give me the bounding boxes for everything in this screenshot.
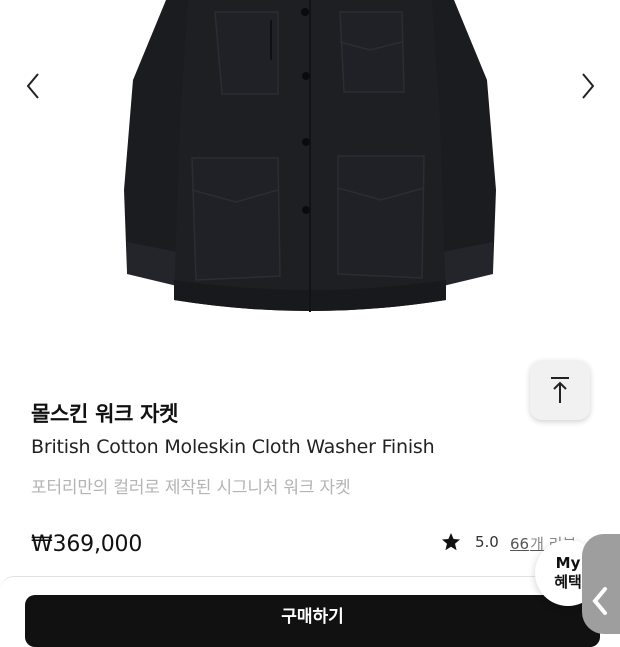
gallery-next-button[interactable] bbox=[576, 66, 600, 106]
scroll-to-top-button[interactable] bbox=[530, 360, 590, 420]
benefit-line2: 혜택 bbox=[554, 573, 582, 591]
product-image-gallery[interactable] bbox=[0, 0, 620, 360]
product-image bbox=[124, 0, 496, 312]
product-price: ₩369,000 bbox=[31, 532, 143, 557]
product-title: 몰스킨 워크 자켓 bbox=[31, 402, 179, 426]
side-drawer-tab[interactable] bbox=[582, 534, 620, 634]
review-count: 66 bbox=[510, 535, 530, 553]
product-description: 포터리만의 컬러로 제작된 시그니처 워크 자켓 bbox=[31, 478, 351, 498]
product-subtitle: British Cotton Moleskin Cloth Washer Fin… bbox=[31, 436, 435, 458]
benefit-line1: My bbox=[555, 554, 581, 572]
arrow-up-to-top-icon bbox=[551, 377, 569, 403]
gallery-prev-button[interactable] bbox=[21, 66, 45, 106]
chevron-right-icon bbox=[582, 73, 595, 99]
buy-button[interactable]: 구매하기 bbox=[25, 595, 600, 647]
chevron-left-icon bbox=[592, 587, 607, 615]
rating-value: 5.0 bbox=[475, 533, 499, 551]
chevron-left-icon bbox=[26, 73, 39, 99]
star-icon bbox=[442, 533, 460, 551]
rating: 5.0 bbox=[441, 530, 499, 554]
